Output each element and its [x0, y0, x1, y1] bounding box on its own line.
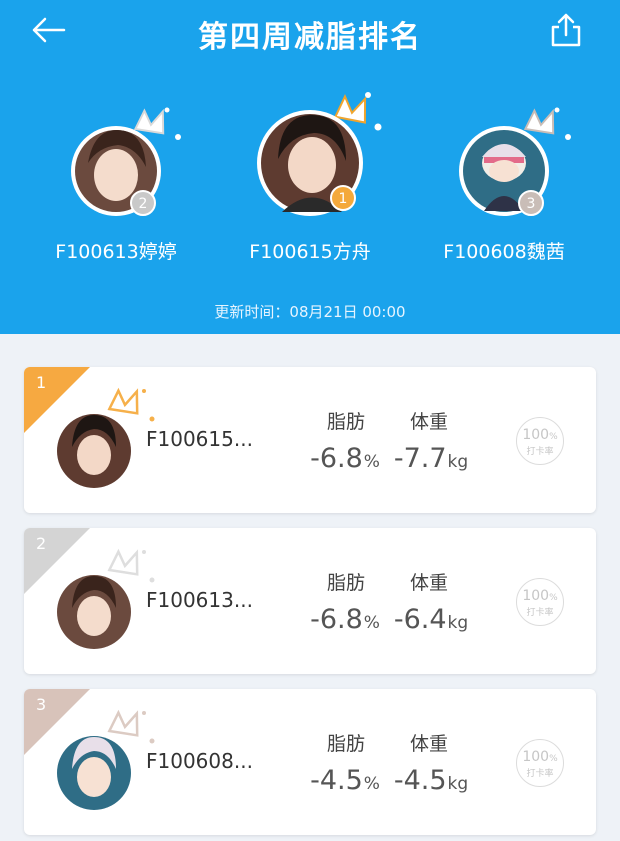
ranking-card[interactable]: 3 F100608... 脂肪 -4.5% 体重 -4.5kg 100% 打卡率 [24, 689, 596, 835]
ranking-card[interactable]: 2 F100613... 脂肪 -6.8% 体重 -6.4kg 100% 打卡率 [24, 528, 596, 674]
crown-icon [107, 387, 155, 422]
rank-number: 2 [36, 534, 47, 553]
avatar: 1 [220, 85, 400, 224]
rank-number: 1 [36, 373, 47, 392]
weight-label: 体重 [409, 733, 448, 755]
podium-name: F100613婷婷 [55, 241, 177, 263]
user-name: F100608... [146, 749, 253, 773]
crown-icon [107, 548, 155, 583]
podium-name: F100608魏茜 [443, 241, 565, 263]
avatar: 3 [414, 95, 594, 224]
checkin-rate: 100% 打卡率 [516, 578, 564, 626]
header-bar: 第四周减脂排名 2 F100613婷婷 1 F100615方舟 3 F10060… [0, 0, 620, 334]
share-icon [551, 13, 581, 47]
avatar: 2 [26, 95, 206, 224]
weight-value: -4.5kg [393, 765, 469, 796]
weight-label: 体重 [409, 572, 448, 594]
checkin-rate: 100% 打卡率 [516, 739, 564, 787]
page-title: 第四周减脂排名 [198, 20, 422, 55]
user-name: F100615... [146, 427, 253, 451]
user-name: F100613... [146, 588, 253, 612]
crown-icon [523, 107, 571, 140]
ranking-card[interactable]: 1 F100615... 脂肪 -6.8% 体重 -7.7kg 100% 打卡率 [24, 367, 596, 513]
share-button[interactable] [546, 10, 586, 50]
rank-number: 3 [36, 695, 47, 714]
svg-text:2: 2 [139, 196, 148, 212]
update-time: 更新时间：08月21日 00:00 [214, 303, 406, 321]
podium-name: F100615方舟 [249, 241, 371, 263]
weight-value: -6.4kg [393, 604, 469, 635]
checkin-rate: 100% 打卡率 [516, 417, 564, 465]
svg-text:1: 1 [339, 191, 348, 207]
weight-label: 体重 [409, 411, 448, 433]
crown-icon [107, 709, 155, 744]
weight-value: -7.7kg [393, 443, 469, 474]
svg-text:3: 3 [527, 196, 536, 212]
